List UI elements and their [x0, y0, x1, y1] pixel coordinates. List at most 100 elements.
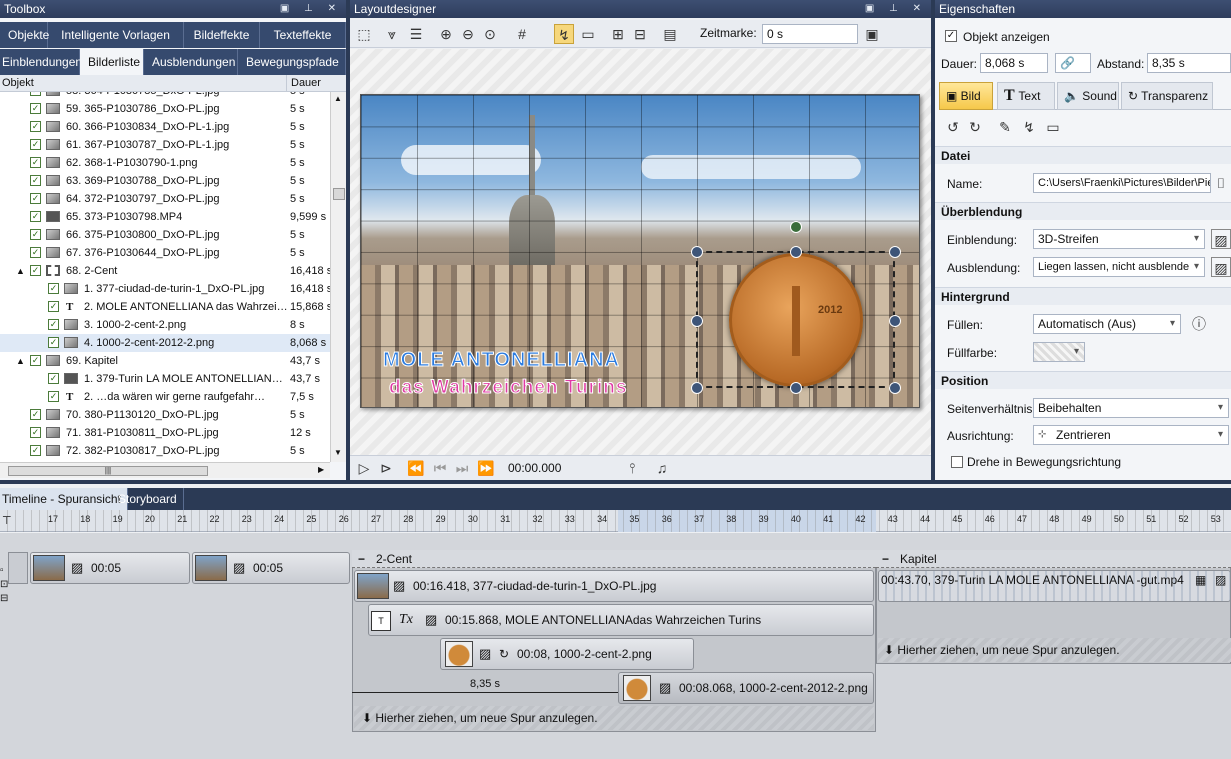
- track-clip-selected[interactable]: ▨ 00:08.068, 1000-2-cent-2012-2.png: [618, 672, 874, 704]
- resize-handle[interactable]: [889, 246, 901, 258]
- resize-handle[interactable]: [790, 382, 802, 394]
- horizontal-scrollbar[interactable]: ||| ▶: [0, 462, 330, 478]
- guides-icon[interactable]: ⩔: [382, 24, 402, 44]
- motion-path-icon[interactable]: ↯: [554, 24, 574, 44]
- rewind-icon[interactable]: ⏪: [406, 458, 426, 478]
- align-icon[interactable]: ☰: [406, 24, 426, 44]
- prev-icon[interactable]: ⏮: [430, 458, 450, 478]
- resize-handle[interactable]: [889, 382, 901, 394]
- play-icon[interactable]: ▷: [354, 458, 374, 478]
- link-button[interactable]: 🔗: [1055, 53, 1091, 73]
- list-item[interactable]: ✓ 65. 373-P1030798.MP4 9,599 s: [0, 208, 330, 226]
- timeline-clip[interactable]: ▨ 00:05: [30, 552, 190, 584]
- fuellfarbe-picker[interactable]: [1033, 342, 1085, 362]
- list-item[interactable]: ✓ 70. 380-P1130120_DxO-PL.jpg 5 s: [0, 406, 330, 424]
- list-item[interactable]: ✓ 1. 377-ciudad-de-turin-1_DxO-PL.jpg 16,4…: [0, 280, 330, 298]
- abstand-input[interactable]: 8,35 s: [1147, 53, 1231, 73]
- track-clip[interactable]: T Tx ▨ 00:15.868, MOLE ANTONELLIANAdas W…: [368, 604, 874, 636]
- drehe-checkbox[interactable]: [951, 456, 963, 468]
- grid-icon[interactable]: #: [512, 24, 532, 44]
- tab-bewegungspfade[interactable]: Bewegungspfade: [238, 49, 346, 75]
- play-from-icon[interactable]: ⊳: [376, 458, 396, 478]
- transition-preview-icon[interactable]: ▨: [1211, 257, 1231, 277]
- panel-window-buttons[interactable]: ▣ ⊥ ✕: [865, 0, 927, 18]
- resize-handle[interactable]: [691, 315, 703, 327]
- edit-icon[interactable]: ✎: [995, 117, 1015, 137]
- list-item[interactable]: ✓ 59. 365-P1030786_DxO-PL.jpg 5 s: [0, 100, 330, 118]
- tab-texteffekte[interactable]: Texteffekte: [260, 22, 346, 48]
- list-item[interactable]: ✓ 64. 372-P1030797_DxO-PL.jpg 5 s: [0, 190, 330, 208]
- collapse-icon[interactable]: −: [882, 550, 889, 568]
- collapse-icon[interactable]: −: [358, 550, 365, 568]
- list-item[interactable]: ✓ 71. 381-P1030811_DxO-PL.jpg 12 s: [0, 424, 330, 442]
- camera-icon[interactable]: ▭: [578, 24, 598, 44]
- fuellen-select[interactable]: Automatisch (Aus): [1033, 314, 1181, 334]
- col-objekt[interactable]: Objekt: [2, 75, 34, 91]
- dauer-input[interactable]: 8,068 s: [980, 53, 1048, 73]
- expand-icon[interactable]: ▲: [16, 352, 25, 370]
- group-header[interactable]: − 2-Cent: [352, 550, 876, 568]
- list-item[interactable]: ✓ 60. 366-P1030834_DxO-PL-1.jpg 5 s: [0, 118, 330, 136]
- tab-bildeffekte[interactable]: Bildeffekte: [184, 22, 260, 48]
- track-clip[interactable]: 00:43.70, 379-Turin LA MOLE ANTONELLIANA…: [878, 570, 1231, 602]
- ausrichtung-select[interactable]: ⊹ Zentrieren: [1033, 425, 1229, 445]
- info-icon[interactable]: ⓘ: [1189, 314, 1209, 334]
- list-item-group[interactable]: ▲ ✓ 68. 2-Cent 16,418 s: [0, 262, 330, 280]
- tab-transparenz[interactable]: ↻ Transparenz: [1121, 82, 1213, 110]
- tab-text[interactable]: T Text: [997, 82, 1055, 110]
- list-item[interactable]: ✓ 63. 369-P1030788_DxO-PL.jpg 5 s: [0, 172, 330, 190]
- zoom-fit-icon[interactable]: ⊙: [480, 24, 500, 44]
- list-item[interactable]: ✓ 66. 375-P1030800_DxO-PL.jpg 5 s: [0, 226, 330, 244]
- list-item[interactable]: ✓ 62. 368-1-P1030790-1.png 5 s: [0, 154, 330, 172]
- einblendung-select[interactable]: 3D-Streifen: [1033, 229, 1205, 249]
- caption-line2[interactable]: das Wahrzeichen Turins: [388, 377, 627, 399]
- list-item[interactable]: ✓58. 364-P1030785_DxO-PL.jpg5 s: [0, 92, 330, 100]
- marker-icon[interactable]: ⫯: [622, 458, 642, 478]
- zoom-out-icon[interactable]: ⊖: [458, 24, 478, 44]
- camera-icon[interactable]: ▭: [1043, 117, 1063, 137]
- list-item[interactable]: ✓ T 2. …da wären wir gerne raufgefahr… 7,5 …: [0, 388, 330, 406]
- list-item-selected[interactable]: ✓ 4. 1000-2-cent-2012-2.png 8,068 s: [0, 334, 330, 352]
- tab-bilderliste[interactable]: Bilderliste: [80, 49, 144, 75]
- add-icon[interactable]: ⊞: [608, 24, 628, 44]
- zoom-in-icon[interactable]: ⊕: [436, 24, 456, 44]
- browse-icon[interactable]: ⌷: [1211, 173, 1231, 193]
- next-icon[interactable]: ⏭: [452, 458, 472, 478]
- layers-icon[interactable]: ▤: [660, 24, 680, 44]
- rotate-handle[interactable]: [790, 221, 802, 233]
- caption-line1[interactable]: MOLE ANTONELLIANA: [383, 349, 620, 372]
- tab-ausblendungen[interactable]: Ausblendungen: [144, 49, 238, 75]
- track-clip[interactable]: ▨ 00:16.418, 377-ciudad-de-turin-1_DxO-P…: [354, 570, 874, 602]
- name-input[interactable]: C:\Users\Fraenki\Pictures\Bilder\Pie: [1033, 173, 1211, 193]
- list-item[interactable]: ✓ 1. 379-Turin LA MOLE ANTONELLIAN… 43,7 s: [0, 370, 330, 388]
- group-header[interactable]: − Kapitel: [876, 550, 1231, 568]
- forward-icon[interactable]: ⏩: [476, 458, 496, 478]
- timeline-clip[interactable]: ▨ 00:05: [192, 552, 350, 584]
- save-icon[interactable]: ▣: [862, 24, 882, 44]
- panel-window-buttons[interactable]: ▣ ⊥ ✕: [280, 0, 342, 18]
- track-tool-icon[interactable]: ⊟: [0, 592, 10, 606]
- remove-icon[interactable]: ⊟: [630, 24, 650, 44]
- selection-frame[interactable]: [691, 221, 901, 394]
- transition-preview-icon[interactable]: ▨: [1211, 229, 1231, 249]
- ausblendung-select[interactable]: Liegen lassen, nicht ausblende: [1033, 257, 1205, 277]
- list-item[interactable]: ✓ 3. 1000-2-cent-2.png 8 s: [0, 316, 330, 334]
- resize-handle[interactable]: [691, 246, 703, 258]
- resize-handle[interactable]: [790, 246, 802, 258]
- drop-zone[interactable]: ⬇ Hierher ziehen, um neue Spur anzulegen…: [878, 638, 1231, 662]
- tab-storyboard[interactable]: Storyboard: [112, 488, 184, 510]
- tab-spuransicht[interactable]: Timeline - Spuransicht: [0, 488, 128, 510]
- playhead-marker[interactable]: ⊤: [2, 514, 12, 527]
- rotate-right-icon[interactable]: ↻: [965, 117, 985, 137]
- show-object-checkbox[interactable]: ✓: [945, 30, 957, 42]
- tab-bild[interactable]: ▣ Bild: [939, 82, 993, 110]
- list-item-group[interactable]: ▲ ✓ 69. Kapitel 43,7 s: [0, 352, 330, 370]
- tab-intelligente-vorlagen[interactable]: Intelligente Vorlagen: [48, 22, 184, 48]
- tab-objekte[interactable]: Objekte: [0, 22, 49, 48]
- expand-icon[interactable]: ▲: [16, 262, 25, 280]
- select-icon[interactable]: ⬚: [354, 24, 374, 44]
- seitenverhaeltnis-select[interactable]: Beibehalten: [1033, 398, 1229, 418]
- audio-icon[interactable]: ♫: [652, 458, 672, 478]
- motion-icon[interactable]: ↯: [1019, 117, 1039, 137]
- clip-partial[interactable]: [8, 552, 28, 584]
